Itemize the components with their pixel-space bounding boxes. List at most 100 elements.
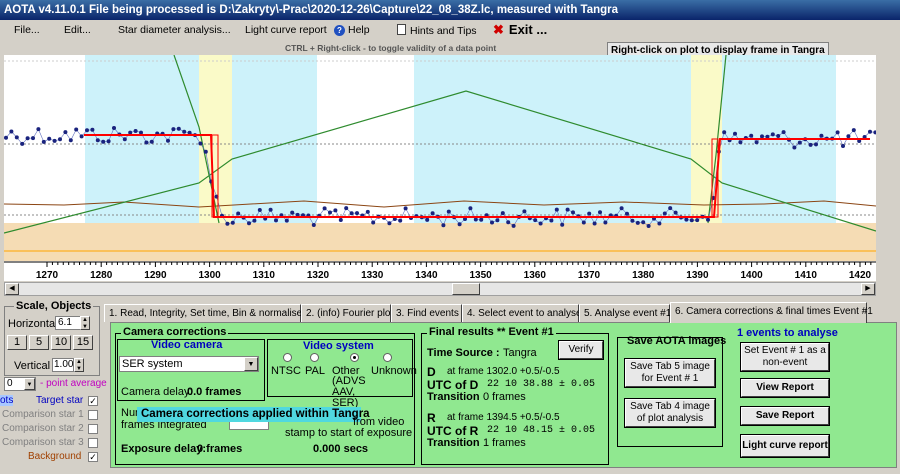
data-point[interactable] — [446, 209, 451, 214]
radio-ntsc[interactable] — [283, 353, 292, 362]
menu-edit[interactable]: Edit... — [64, 24, 91, 36]
data-point[interactable] — [738, 140, 743, 145]
data-point[interactable] — [166, 138, 170, 143]
plot-scrollbar[interactable]: ◀ ▶ — [4, 282, 876, 296]
data-point[interactable] — [760, 134, 764, 139]
vertical-spinner[interactable]: ▲ ▼ — [74, 358, 84, 372]
data-point[interactable] — [257, 208, 262, 212]
data-point[interactable] — [560, 222, 565, 227]
menu-light-curve-report[interactable]: Light curve report — [245, 24, 327, 36]
data-point[interactable] — [133, 129, 138, 133]
data-point[interactable] — [36, 127, 41, 132]
data-point[interactable] — [268, 207, 273, 212]
data-point[interactable] — [646, 224, 651, 228]
horizontal-input[interactable]: 6.1 — [55, 316, 81, 330]
data-point[interactable] — [635, 220, 640, 225]
data-point[interactable] — [31, 136, 35, 141]
data-point[interactable] — [41, 139, 46, 144]
verify-button[interactable]: Verify — [558, 340, 604, 360]
data-point[interactable] — [371, 220, 376, 225]
data-point[interactable] — [225, 221, 230, 226]
data-point[interactable] — [355, 211, 359, 216]
data-point[interactable] — [549, 218, 554, 223]
data-point[interactable] — [144, 140, 149, 145]
data-point[interactable] — [851, 128, 856, 133]
data-point[interactable] — [149, 139, 154, 144]
data-point[interactable] — [792, 145, 797, 150]
data-point[interactable] — [203, 149, 208, 154]
data-point[interactable] — [619, 206, 624, 211]
data-point[interactable] — [4, 135, 8, 140]
tab-analyse-event[interactable]: 5. Analyse event #1 — [579, 304, 671, 322]
comparison-star-3-checkbox[interactable] — [88, 438, 98, 448]
data-point[interactable] — [236, 211, 241, 216]
data-point[interactable] — [247, 221, 251, 226]
data-point[interactable] — [808, 142, 813, 147]
data-point[interactable] — [819, 133, 824, 138]
comparison-star-2-checkbox[interactable] — [88, 424, 98, 434]
tab-camera-corrections[interactable]: 6. Camera corrections & final times Even… — [670, 302, 873, 323]
data-point[interactable] — [479, 217, 484, 222]
data-point[interactable] — [387, 221, 392, 226]
data-point[interactable] — [47, 136, 52, 141]
data-point[interactable] — [603, 220, 608, 225]
data-point[interactable] — [706, 217, 710, 222]
data-point[interactable] — [85, 128, 89, 133]
scale-1-button[interactable]: 1 — [7, 335, 27, 350]
data-point[interactable] — [781, 130, 786, 135]
data-point[interactable] — [9, 129, 14, 134]
data-point[interactable] — [835, 130, 840, 135]
data-point[interactable] — [468, 206, 473, 211]
data-point[interactable] — [20, 141, 25, 146]
data-point[interactable] — [63, 130, 68, 135]
scroll-left-button[interactable]: ◀ — [5, 283, 19, 295]
data-point[interactable] — [554, 207, 559, 212]
camera-select[interactable]: SER system ▼ — [119, 356, 259, 372]
view-report-button[interactable]: View Report — [740, 378, 830, 398]
data-point[interactable] — [344, 206, 349, 211]
data-point[interactable] — [333, 208, 338, 213]
data-point[interactable] — [733, 131, 737, 136]
data-point[interactable] — [630, 218, 635, 223]
data-point[interactable] — [598, 210, 602, 215]
data-point[interactable] — [171, 127, 176, 132]
scale-5-button[interactable]: 5 — [29, 335, 49, 350]
target-star-checkbox[interactable]: ✓ — [88, 396, 98, 406]
data-point[interactable] — [495, 218, 500, 223]
data-point[interactable] — [511, 223, 516, 228]
data-point[interactable] — [592, 221, 597, 226]
radio-unknown[interactable] — [383, 353, 392, 362]
tab-fourier-plot[interactable]: 2. (info) Fourier plot — [301, 304, 393, 322]
save-report-button[interactable]: Save Report — [740, 406, 830, 426]
light-curve-plot[interactable]: 1270 1280 1290 1300 1310 1320 1330 1340 1350 1360… — [4, 55, 876, 281]
data-point[interactable] — [846, 134, 851, 139]
data-point[interactable] — [398, 218, 403, 223]
data-point[interactable] — [457, 222, 462, 227]
data-point[interactable] — [565, 207, 570, 212]
data-point[interactable] — [252, 218, 257, 223]
data-point[interactable] — [662, 211, 667, 216]
data-point[interactable] — [770, 132, 775, 137]
data-point[interactable] — [673, 210, 678, 215]
comparison-star-1-checkbox[interactable] — [88, 410, 98, 420]
data-point[interactable] — [122, 137, 127, 142]
data-point[interactable] — [776, 134, 781, 138]
data-point[interactable] — [79, 134, 84, 139]
data-point[interactable] — [797, 140, 802, 145]
point-average-select[interactable]: 0 ▼ — [4, 377, 36, 391]
data-point[interactable] — [500, 211, 505, 216]
data-point[interactable] — [182, 129, 187, 134]
data-point[interactable] — [112, 126, 116, 130]
data-point[interactable] — [868, 129, 872, 134]
data-point[interactable] — [403, 206, 408, 211]
data-point[interactable] — [538, 221, 543, 226]
data-point[interactable] — [689, 218, 694, 223]
data-point[interactable] — [338, 218, 343, 222]
data-point[interactable] — [684, 217, 689, 222]
menu-exit[interactable]: ✖ Exit ... — [493, 22, 547, 38]
data-point[interactable] — [695, 218, 700, 223]
data-point[interactable] — [841, 144, 845, 148]
data-point[interactable] — [587, 211, 592, 216]
data-point[interactable] — [430, 211, 435, 216]
data-point[interactable] — [322, 206, 327, 211]
